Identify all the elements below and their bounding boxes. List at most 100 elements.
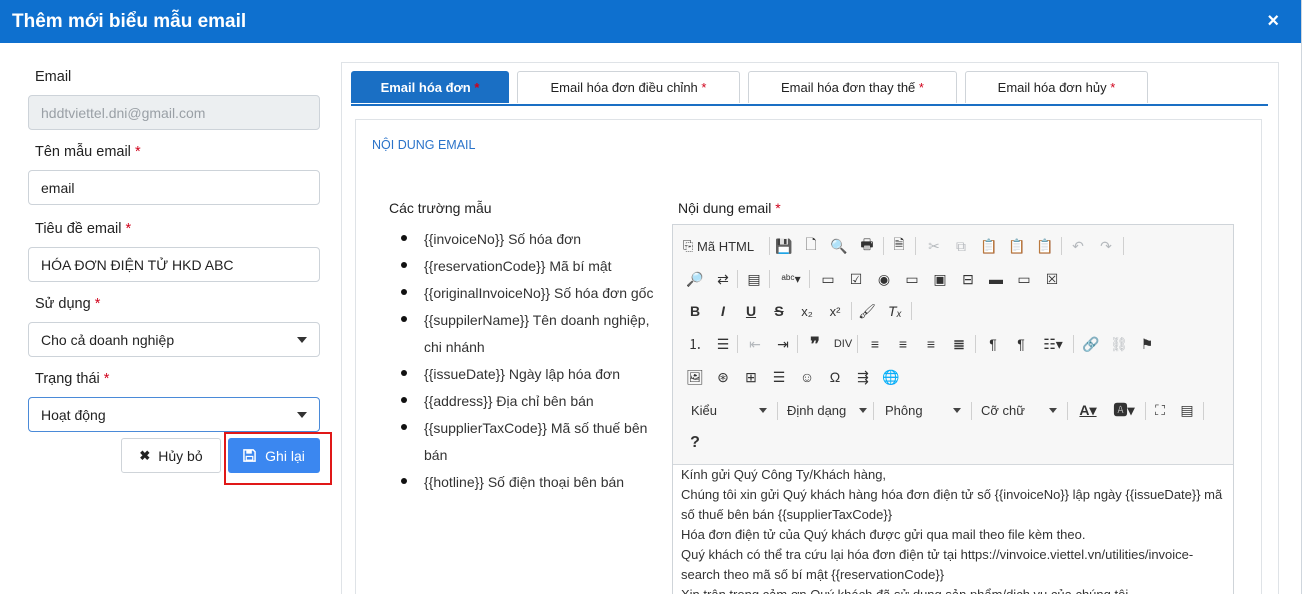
underline-icon[interactable]: U bbox=[739, 300, 763, 322]
subject-label: Tiêu đề email * bbox=[35, 221, 132, 237]
outdent-icon[interactable]: ⇤ bbox=[743, 333, 767, 355]
preview-icon[interactable]: 🔍 bbox=[827, 235, 851, 257]
font-size-select[interactable]: Cỡ chữ bbox=[975, 399, 1061, 421]
undo-icon[interactable]: ↶ bbox=[1066, 235, 1090, 257]
save-icon[interactable]: 💾 bbox=[772, 235, 796, 257]
form-icon[interactable]: ▭ bbox=[816, 268, 840, 290]
add-email-template-modal: Thêm mới biểu mẫu email × Email hddtviet… bbox=[0, 0, 1301, 594]
hidden-field-icon[interactable]: ☒ bbox=[1040, 268, 1064, 290]
anchor-flag-icon[interactable]: ⚑ bbox=[1135, 333, 1159, 355]
source-button[interactable]: ⎘ Mã HTML bbox=[683, 235, 761, 257]
format-select[interactable]: Định dạng bbox=[781, 399, 871, 421]
tab-email-cancelled-invoice[interactable]: Email hóa đơn hủy * bbox=[965, 71, 1148, 103]
tab-email-adjustment-invoice[interactable]: Email hóa đơn điều chỉnh * bbox=[517, 71, 740, 103]
source-icon: ⎘ bbox=[683, 238, 694, 253]
div-container-icon[interactable]: DIV bbox=[831, 333, 855, 355]
new-page-icon[interactable]: 🗋 bbox=[799, 235, 823, 257]
find-icon[interactable]: 🔎 bbox=[683, 268, 707, 290]
modal-title: Thêm mới biểu mẫu email bbox=[12, 10, 247, 32]
body-line: Kính gửi Quý Công Ty/Khách hàng, bbox=[681, 467, 887, 482]
iframe-icon[interactable]: 🌐 bbox=[879, 366, 903, 388]
ltr-icon[interactable]: ¶ bbox=[981, 333, 1005, 355]
editor-content[interactable]: Kính gửi Quý Công Ty/Khách hàng, Chúng t… bbox=[673, 465, 1233, 594]
smiley-icon[interactable]: ☺ bbox=[795, 366, 819, 388]
copy-icon[interactable]: ⧉ bbox=[949, 235, 973, 257]
page-edge bbox=[1301, 0, 1309, 594]
align-center-icon[interactable]: ≡ bbox=[891, 333, 915, 355]
usage-label: Sử dụng * bbox=[35, 296, 101, 312]
section-title: NỘI DUNG EMAIL bbox=[372, 138, 476, 152]
align-left-icon[interactable]: ≡ bbox=[863, 333, 887, 355]
textfield-icon[interactable]: ▭ bbox=[900, 268, 924, 290]
cut-icon[interactable]: ✂ bbox=[922, 235, 946, 257]
print-icon[interactable]: 🖶 bbox=[855, 235, 879, 257]
subscript-icon[interactable]: x₂ bbox=[795, 300, 819, 322]
numbered-list-icon[interactable]: ⒈ bbox=[683, 333, 707, 355]
superscript-icon[interactable]: x² bbox=[823, 300, 847, 322]
chevron-down-icon bbox=[297, 411, 307, 418]
editor-toolbar: ⎘ Mã HTML 💾 🗋 🔍 🖶 🗎 ✂ ⧉ 📋 📋 📋 ↶ ↷ 🔎 ⇄ ▤ bbox=[673, 225, 1233, 465]
page-break-icon[interactable]: ⇶ bbox=[851, 366, 875, 388]
remove-format-icon[interactable]: Tₓ bbox=[883, 300, 907, 322]
template-name-input[interactable]: email bbox=[28, 170, 320, 205]
image-icon[interactable]: 🖼 bbox=[683, 366, 707, 388]
button-field-icon[interactable]: ▬ bbox=[984, 268, 1008, 290]
maximize-icon[interactable]: ⛶ bbox=[1148, 399, 1172, 421]
templates-icon[interactable]: 🗎 bbox=[887, 235, 911, 257]
blockquote-icon[interactable]: ❞ bbox=[803, 333, 827, 355]
special-char-icon[interactable]: Ω bbox=[823, 366, 847, 388]
style-select[interactable]: Kiểu bbox=[685, 399, 771, 421]
italic-icon[interactable]: I bbox=[711, 300, 735, 322]
copy-format-icon[interactable]: 🖌 bbox=[855, 300, 879, 322]
spellcheck-icon[interactable]: ᵃᵇᶜ▾ bbox=[777, 268, 805, 290]
flash-icon[interactable]: ⊛ bbox=[711, 366, 735, 388]
background-color-icon[interactable]: 🅰▾ bbox=[1109, 399, 1139, 421]
list-item: {{address}} Địa chỉ bên bán bbox=[399, 388, 661, 415]
email-label: Email bbox=[35, 69, 72, 85]
select-field-icon[interactable]: ⊟ bbox=[956, 268, 980, 290]
list-item: {{hotline}} Số điện thoại bên bán bbox=[399, 469, 661, 496]
image-button-icon[interactable]: ▭ bbox=[1012, 268, 1036, 290]
paste-text-icon[interactable]: 📋 bbox=[1005, 235, 1029, 257]
modal-header: Thêm mới biểu mẫu email × bbox=[0, 0, 1301, 43]
show-blocks-icon[interactable]: ▤ bbox=[1175, 399, 1199, 421]
textarea-icon[interactable]: ▣ bbox=[928, 268, 952, 290]
usage-select[interactable]: Cho cả doanh nghiệp bbox=[28, 322, 320, 357]
checkbox-icon[interactable]: ☑ bbox=[844, 268, 868, 290]
replace-icon[interactable]: ⇄ bbox=[711, 268, 735, 290]
list-item: {{originalInvoiceNo}} Số hóa đơn gốc bbox=[399, 280, 661, 307]
tab-bar: Email hóa đơn * Email hóa đơn điều chỉnh… bbox=[351, 71, 1268, 106]
body-line: Xin trân trọng cảm ơn Quý khách đã sử dụ… bbox=[681, 585, 1223, 594]
help-icon[interactable]: ? bbox=[683, 432, 707, 454]
rtl-icon[interactable]: ¶ bbox=[1009, 333, 1033, 355]
tab-email-replacement-invoice[interactable]: Email hóa đơn thay thế * bbox=[748, 71, 957, 103]
status-select[interactable]: Hoạt động bbox=[28, 397, 320, 432]
template-fields-list: {{invoiceNo}} Số hóa đơn {{reservationCo… bbox=[399, 226, 661, 496]
strikethrough-icon[interactable]: S bbox=[767, 300, 791, 322]
paste-word-icon[interactable]: 📋 bbox=[1033, 235, 1057, 257]
redo-icon[interactable]: ↷ bbox=[1094, 235, 1118, 257]
radio-icon[interactable]: ◉ bbox=[872, 268, 896, 290]
tab-email-invoice[interactable]: Email hóa đơn * bbox=[351, 71, 509, 103]
text-color-icon[interactable]: A▾ bbox=[1073, 399, 1103, 421]
chevron-down-icon bbox=[297, 336, 307, 343]
link-icon[interactable]: 🔗 bbox=[1079, 333, 1103, 355]
table-icon[interactable]: ⊞ bbox=[739, 366, 763, 388]
align-right-icon[interactable]: ≡ bbox=[919, 333, 943, 355]
close-icon[interactable]: × bbox=[1267, 10, 1279, 33]
select-all-icon[interactable]: ▤ bbox=[742, 268, 766, 290]
align-justify-icon[interactable]: ≣ bbox=[947, 333, 971, 355]
bold-icon[interactable]: B bbox=[683, 300, 707, 322]
subject-input[interactable]: HÓA ĐƠN ĐIỆN TỬ HKD ABC bbox=[28, 247, 320, 282]
unlink-icon[interactable]: ⛓ bbox=[1107, 333, 1131, 355]
language-icon[interactable]: ☷▾ bbox=[1039, 333, 1067, 355]
bulleted-list-icon[interactable]: ☰ bbox=[711, 333, 735, 355]
horizontal-line-icon[interactable]: ☰ bbox=[767, 366, 791, 388]
cancel-button[interactable]: ✖ Hủy bỏ bbox=[121, 438, 221, 473]
paste-icon[interactable]: 📋 bbox=[977, 235, 1001, 257]
indent-icon[interactable]: ⇥ bbox=[771, 333, 795, 355]
email-content-label: Nội dung email * bbox=[678, 200, 781, 216]
save-button-highlight bbox=[224, 432, 332, 485]
list-item: {{issueDate}} Ngày lập hóa đơn bbox=[399, 361, 661, 388]
font-select[interactable]: Phông bbox=[879, 399, 965, 421]
